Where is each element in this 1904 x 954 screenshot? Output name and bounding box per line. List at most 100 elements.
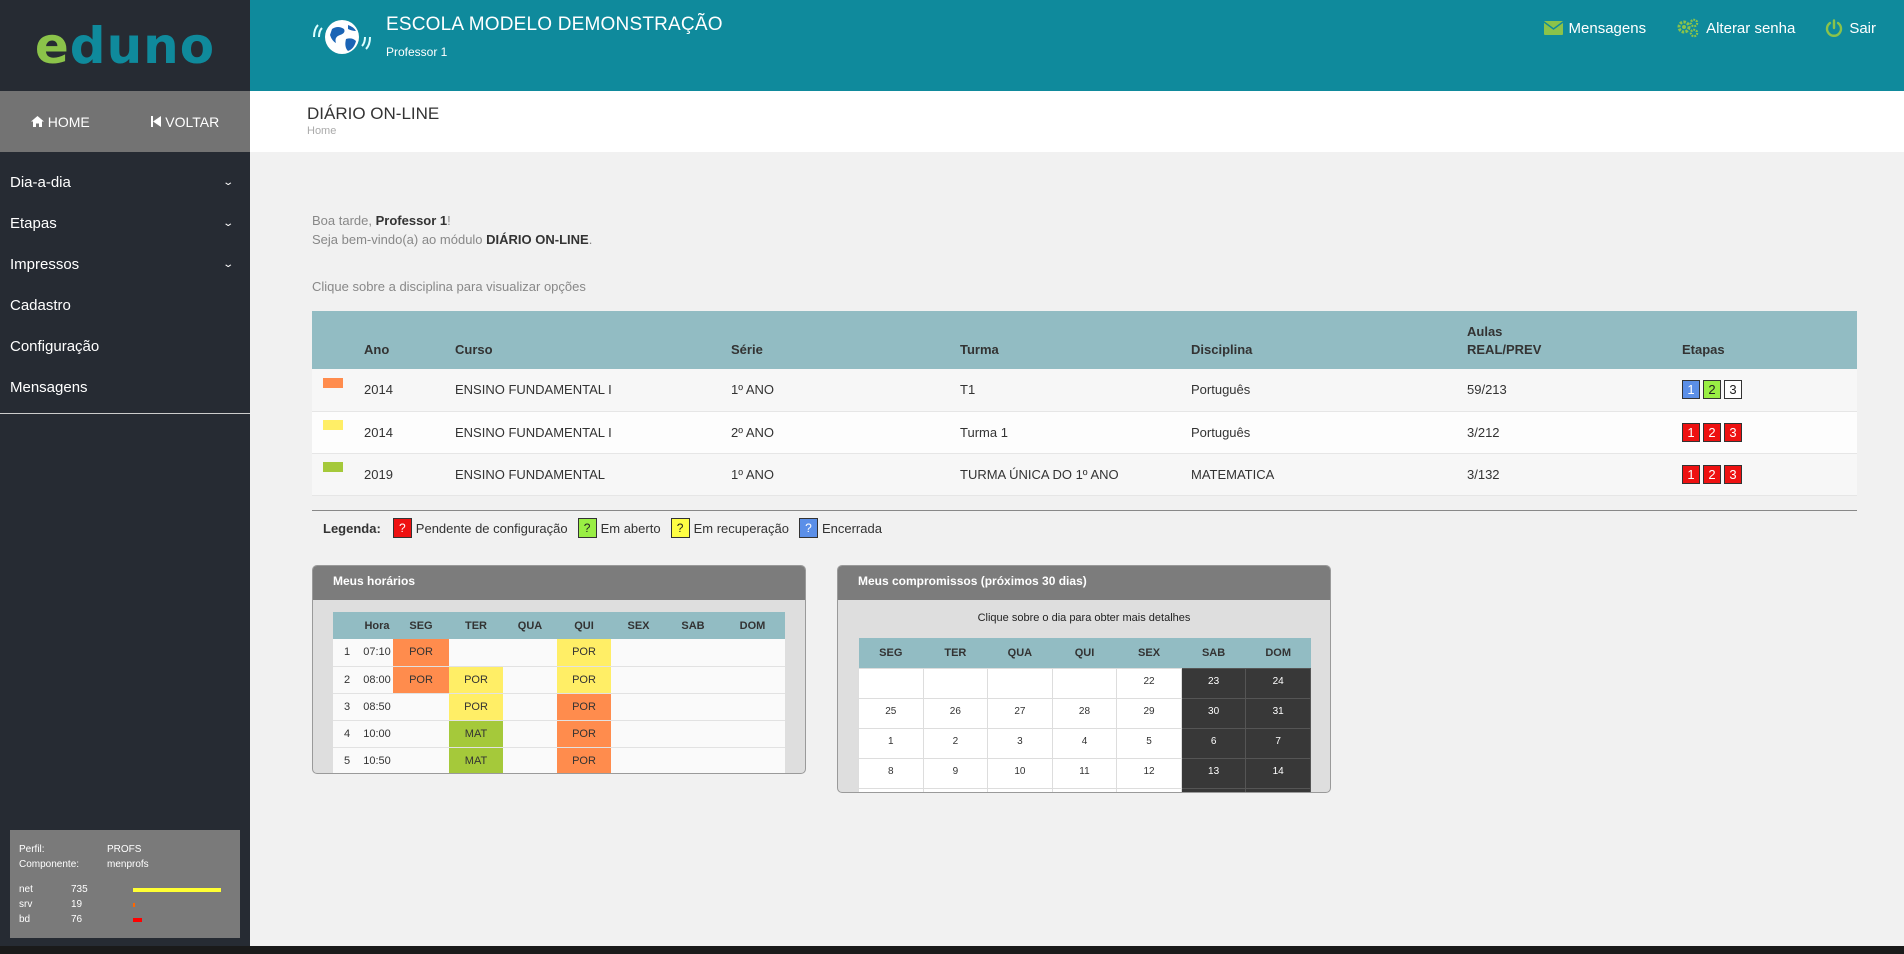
bottom-scrollbar[interactable] (0, 946, 1904, 954)
sidebar-item-cadastro[interactable]: Cadastro (0, 285, 250, 326)
calendar-day[interactable]: 25 (858, 697, 924, 729)
logout-link[interactable]: Sair (1825, 18, 1876, 38)
schedule-empty-cell (720, 693, 785, 720)
sidebar-item-mensagens[interactable]: Mensagens (0, 367, 250, 408)
schedule-period: 1 (343, 646, 351, 659)
calendar-day[interactable]: 15 (858, 787, 924, 792)
back-button[interactable]: VOLTAR (151, 114, 219, 130)
metric-value: 19 (71, 899, 83, 910)
class-disciplina: Português (1191, 382, 1251, 398)
calendar-day[interactable]: 19 (1116, 787, 1182, 792)
classes-table: Ano Curso Série Turma Disciplina Aulas RE… (312, 311, 1857, 496)
calendar-day[interactable]: 16 (922, 787, 989, 792)
calendar-day[interactable]: 6 (1180, 727, 1247, 759)
calendar-day[interactable]: 9 (922, 757, 989, 789)
schedule-class-cell[interactable]: POR (449, 666, 503, 693)
schedule-col-header: Hora (364, 619, 390, 632)
schedule-empty-cell (503, 693, 557, 720)
calendar-day[interactable]: 5 (1116, 727, 1182, 759)
calendar-day[interactable]: 18 (1051, 787, 1118, 792)
calendar-day[interactable]: 7 (1245, 727, 1311, 759)
class-row[interactable]: 2014 ENSINO FUNDAMENTAL I 2º ANO Turma 1 Por… (312, 411, 1857, 453)
home-button[interactable]: HOME (30, 114, 90, 130)
calendar-day-header: SAB (1201, 646, 1226, 659)
calendar-day[interactable]: 27 (987, 697, 1053, 729)
schedule-period: 3 (343, 700, 351, 713)
sidebar-item-impressos[interactable]: Impressos ⌄ (0, 244, 250, 285)
schedule-empty-cell (666, 639, 720, 666)
messages-link[interactable]: Mensagens (1543, 18, 1646, 38)
schedule-class-cell[interactable]: POR (557, 747, 611, 773)
logo-letter: n (143, 16, 180, 75)
greeting-prefix: Boa tarde, (312, 213, 376, 228)
breadcrumb-home[interactable]: Home (307, 125, 336, 137)
schedule-class-cell[interactable]: MAT (449, 720, 503, 747)
calendar-day[interactable]: 2 (922, 727, 989, 759)
stage-button[interactable]: 1 (1682, 422, 1700, 442)
sidebar-item-etapas[interactable]: Etapas ⌄ (0, 203, 250, 244)
calendar-day[interactable]: 12 (1116, 757, 1182, 789)
sidebar: eduno HOME VOLTAR Dia-a-dia ⌄ Etapas ⌄ Impre… (0, 0, 250, 946)
stage-button[interactable]: 3 (1724, 422, 1742, 442)
calendar-day-header: QUA (1007, 646, 1033, 659)
col-turma: Turma (960, 342, 999, 357)
schedule-class-cell[interactable]: POR (557, 693, 611, 720)
class-row[interactable]: 2019 ENSINO FUNDAMENTAL 1º ANO TURMA ÚNICA … (312, 453, 1857, 495)
stage-button[interactable]: 1 (1682, 464, 1700, 484)
component-row: Componente: menprofs (19, 857, 231, 872)
class-row[interactable]: 2014 ENSINO FUNDAMENTAL I 1º ANO T1 Portuguê… (312, 369, 1857, 411)
calendar-day[interactable]: 31 (1245, 697, 1311, 729)
schedule-empty-cell (611, 666, 666, 693)
componente-label: Componente: (19, 859, 80, 870)
col-serie: Série (731, 342, 763, 357)
schedule-row: 1 07:10 POR POR (333, 639, 785, 666)
schedule-class-cell[interactable]: POR (449, 693, 503, 720)
calendar-day[interactable]: 22 (1116, 667, 1182, 699)
stage-button[interactable]: 2 (1703, 380, 1721, 400)
school-header: ESCOLA MODELO DEMONSTRAÇÃO Professor 1 (310, 14, 723, 59)
stage-button[interactable]: 1 (1682, 380, 1700, 400)
calendar-day[interactable]: 17 (987, 787, 1053, 792)
profile-info-panel: Perfil: PROFS Componente: menprofs net 73… (10, 830, 240, 938)
sidebar-item-configuracao[interactable]: Configuração (0, 326, 250, 367)
stage-button[interactable]: 2 (1703, 464, 1721, 484)
calendar-day[interactable]: 26 (922, 697, 989, 729)
schedule-empty-cell (720, 666, 785, 693)
calendar-day[interactable]: 11 (1051, 757, 1118, 789)
eduno-logo[interactable]: eduno (0, 0, 250, 91)
sidebar-item-label: Dia-a-dia (10, 174, 71, 191)
calendar-day[interactable]: 28 (1051, 697, 1118, 729)
schedule-class-cell[interactable]: POR (393, 639, 449, 666)
legend-status-box: ? (670, 518, 690, 538)
calendar-day[interactable]: 14 (1245, 757, 1311, 789)
class-turma: T1 (960, 382, 976, 398)
stage-button[interactable]: 3 (1724, 464, 1742, 484)
schedule-empty-cell (666, 720, 720, 747)
perfil-value: PROFS (107, 844, 142, 855)
stage-button[interactable]: 3 (1724, 380, 1742, 400)
sidebar-item-dia-a-dia[interactable]: Dia-a-dia ⌄ (0, 162, 250, 203)
calendar-day[interactable]: 10 (987, 757, 1053, 789)
sidebar-item-label: Configuração (10, 338, 100, 355)
calendar-day[interactable]: 20 (1180, 787, 1247, 792)
calendar-day[interactable]: 29 (1116, 697, 1182, 729)
schedule-class-cell[interactable]: POR (557, 666, 611, 693)
calendar-day[interactable]: 4 (1051, 727, 1118, 759)
calendar-day[interactable]: 24 (1245, 667, 1311, 699)
calendar-day[interactable]: 3 (987, 727, 1053, 759)
calendar-day[interactable]: 8 (858, 757, 924, 789)
schedule-class-cell[interactable]: POR (557, 720, 611, 747)
change-password-link[interactable]: Alterar senha (1676, 18, 1795, 38)
class-etapas: 123 (1682, 453, 1857, 495)
schedule-time: 08:00 (363, 673, 391, 686)
calendar-day[interactable]: 1 (858, 727, 924, 759)
schedule-class-cell[interactable]: MAT (449, 747, 503, 773)
welcome-module: DIÁRIO ON-LINE (486, 232, 589, 247)
calendar-day[interactable]: 23 (1180, 667, 1247, 699)
stage-button[interactable]: 2 (1703, 422, 1721, 442)
home-icon (30, 116, 44, 127)
calendar-day[interactable]: 13 (1180, 757, 1247, 789)
schedule-class-cell[interactable]: POR (557, 639, 611, 666)
calendar-day[interactable]: 30 (1180, 697, 1247, 729)
schedule-class-cell[interactable]: POR (393, 666, 449, 693)
